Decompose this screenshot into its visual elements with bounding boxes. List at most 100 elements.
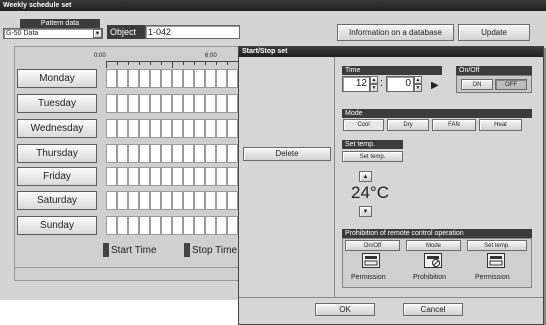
schedule-cell[interactable] <box>117 119 128 138</box>
schedule-cell[interactable] <box>172 191 183 210</box>
schedule-cell[interactable] <box>172 69 183 88</box>
ok-button[interactable]: OK <box>315 303 375 316</box>
schedule-cell[interactable] <box>117 191 128 210</box>
mode-dry-button[interactable]: Dry <box>387 119 429 131</box>
schedule-cell[interactable] <box>216 94 227 113</box>
schedule-cell[interactable] <box>150 69 161 88</box>
schedule-cell[interactable] <box>106 119 117 138</box>
prohibition-mode-button[interactable]: Mode <box>406 240 461 251</box>
schedule-cell[interactable] <box>205 167 216 186</box>
schedule-cell[interactable] <box>205 144 216 163</box>
schedule-cell[interactable] <box>205 69 216 88</box>
schedule-cell[interactable] <box>172 119 183 138</box>
hour-up-icon[interactable]: ▲ <box>370 76 378 84</box>
on-button[interactable]: ON <box>461 79 493 90</box>
information-on-database-button[interactable]: Information on a database <box>337 24 454 41</box>
delete-button[interactable]: Delete <box>243 147 331 161</box>
schedule-cell[interactable] <box>161 69 172 88</box>
schedule-cell[interactable] <box>194 167 205 186</box>
schedule-cell[interactable] <box>183 167 194 186</box>
schedule-cell[interactable] <box>139 94 150 113</box>
day-button-tuesday[interactable]: Tuesday <box>17 94 97 113</box>
schedule-cell[interactable] <box>128 191 139 210</box>
minute-field[interactable]: 0 <box>386 76 414 92</box>
schedule-cell[interactable] <box>205 191 216 210</box>
temp-up-icon[interactable]: ▲ <box>359 171 372 182</box>
schedule-cell[interactable] <box>150 216 161 235</box>
schedule-cell[interactable] <box>150 167 161 186</box>
schedule-cell[interactable] <box>161 167 172 186</box>
schedule-cell[interactable] <box>216 216 227 235</box>
schedule-cell[interactable] <box>227 191 238 210</box>
schedule-cell[interactable] <box>139 216 150 235</box>
schedule-cell[interactable] <box>194 69 205 88</box>
hour-down-icon[interactable]: ▼ <box>370 84 378 92</box>
day-button-thursday[interactable]: Thursday <box>17 144 97 163</box>
schedule-cell[interactable] <box>172 167 183 186</box>
schedule-cell[interactable] <box>139 167 150 186</box>
schedule-cell[interactable] <box>106 167 117 186</box>
day-button-friday[interactable]: Friday <box>17 167 97 186</box>
schedule-cell[interactable] <box>128 167 139 186</box>
schedule-cell[interactable] <box>117 94 128 113</box>
schedule-cell[interactable] <box>139 119 150 138</box>
schedule-cell[interactable] <box>128 144 139 163</box>
schedule-cell[interactable] <box>106 216 117 235</box>
prohibition-onoff-button[interactable]: On/Off <box>345 240 400 251</box>
schedule-cell[interactable] <box>227 167 238 186</box>
schedule-cell[interactable] <box>183 94 194 113</box>
schedule-cell[interactable] <box>117 216 128 235</box>
mode-fan-button[interactable]: FAN <box>432 119 476 131</box>
update-button[interactable]: Update <box>458 24 530 41</box>
off-button[interactable]: OFF <box>495 79 527 90</box>
schedule-cell[interactable] <box>128 94 139 113</box>
schedule-cell[interactable] <box>194 94 205 113</box>
schedule-cell[interactable] <box>183 191 194 210</box>
schedule-cell[interactable] <box>128 69 139 88</box>
schedule-cell[interactable] <box>194 191 205 210</box>
schedule-cell[interactable] <box>172 94 183 113</box>
schedule-cell[interactable] <box>172 216 183 235</box>
schedule-cell[interactable] <box>161 94 172 113</box>
cancel-button[interactable]: Cancel <box>403 303 463 316</box>
set-temp-button[interactable]: Set temp. <box>342 151 403 162</box>
day-button-monday[interactable]: Monday <box>17 69 97 88</box>
schedule-cell[interactable] <box>139 191 150 210</box>
hour-field[interactable]: 12 <box>342 76 370 92</box>
schedule-cell[interactable] <box>117 69 128 88</box>
schedule-cell[interactable] <box>183 144 194 163</box>
minute-up-icon[interactable]: ▲ <box>414 76 422 84</box>
schedule-cell[interactable] <box>161 216 172 235</box>
schedule-cell[interactable] <box>150 144 161 163</box>
schedule-cell[interactable] <box>205 216 216 235</box>
schedule-cell[interactable] <box>227 69 238 88</box>
schedule-cell[interactable] <box>161 144 172 163</box>
schedule-cell[interactable] <box>227 216 238 235</box>
schedule-cell[interactable] <box>117 167 128 186</box>
pattern-data-select[interactable]: G-50 Data ▼ <box>3 28 103 39</box>
schedule-cell[interactable] <box>183 119 194 138</box>
schedule-cell[interactable] <box>150 94 161 113</box>
schedule-cell[interactable] <box>128 216 139 235</box>
schedule-cell[interactable] <box>128 119 139 138</box>
mode-heat-button[interactable]: Heat <box>479 119 522 131</box>
schedule-cell[interactable] <box>117 144 128 163</box>
schedule-cell[interactable] <box>106 69 117 88</box>
schedule-cell[interactable] <box>216 191 227 210</box>
schedule-cell[interactable] <box>150 191 161 210</box>
schedule-cell[interactable] <box>150 119 161 138</box>
schedule-cell[interactable] <box>227 119 238 138</box>
schedule-cell[interactable] <box>205 94 216 113</box>
mode-cool-button[interactable]: Cool <box>343 119 384 131</box>
schedule-cell[interactable] <box>194 216 205 235</box>
schedule-cell[interactable] <box>205 119 216 138</box>
schedule-cell[interactable] <box>227 94 238 113</box>
prohibition-settemp-button[interactable]: Set temp. <box>467 240 527 251</box>
schedule-cell[interactable] <box>216 144 227 163</box>
chevron-down-icon[interactable]: ▼ <box>93 29 102 38</box>
schedule-cell[interactable] <box>216 69 227 88</box>
temp-down-icon[interactable]: ▼ <box>359 206 372 217</box>
schedule-cell[interactable] <box>139 144 150 163</box>
schedule-cell[interactable] <box>194 119 205 138</box>
schedule-cell[interactable] <box>106 94 117 113</box>
